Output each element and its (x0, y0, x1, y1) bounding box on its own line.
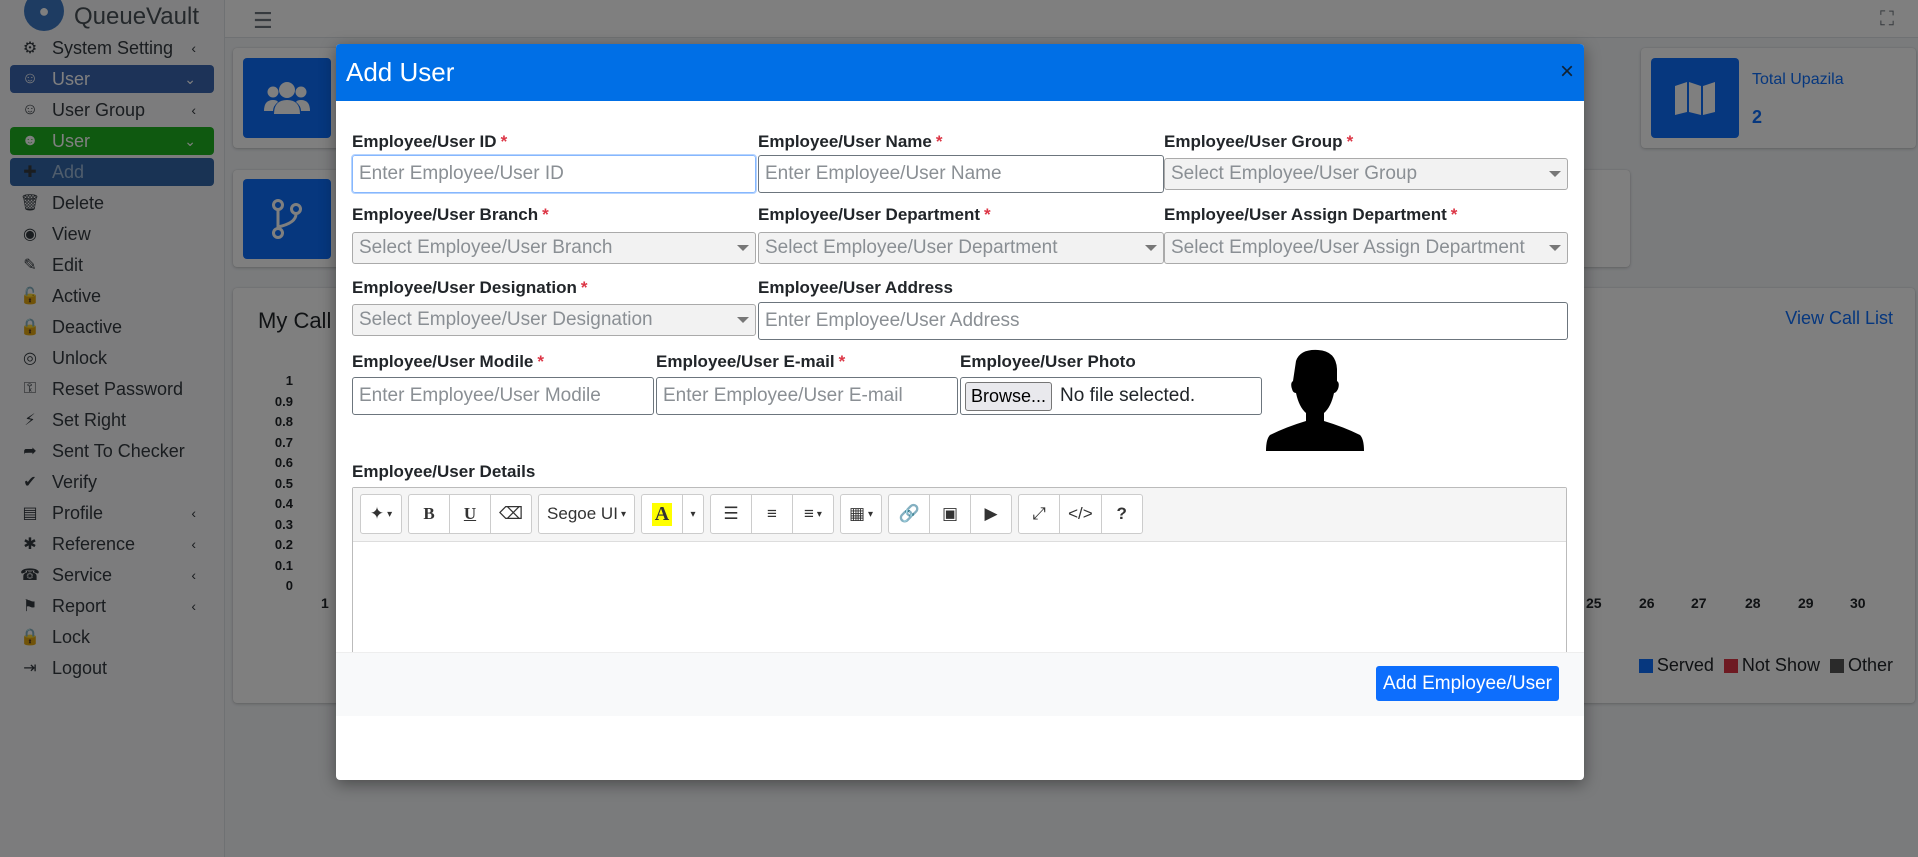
user-id-label: Employee/User ID * (352, 132, 508, 151)
ordered-list-icon[interactable]: ≡ (750, 494, 793, 534)
picture-icon[interactable]: ▣ (929, 494, 972, 534)
chevron-down-icon (1549, 171, 1561, 177)
code-view-button[interactable]: </> (1059, 494, 1102, 534)
bold-button[interactable]: B (408, 494, 450, 534)
email-input[interactable] (656, 377, 958, 415)
branch-label: Employee/User Branch * (352, 205, 549, 224)
font-family-dropdown[interactable]: Segoe UI ▾ (538, 494, 635, 534)
modal-footer: Add Employee/User (336, 652, 1584, 716)
add-user-modal: Add User × Employee/User ID* Employee/Us… (336, 44, 1584, 780)
fullscreen-icon[interactable]: ⤢ (1018, 494, 1061, 534)
file-status: No file selected. (1060, 385, 1196, 406)
paragraph-align-icon[interactable]: ≡ ▾ (791, 494, 834, 534)
designation-select[interactable]: Select Employee/User Designation (352, 304, 756, 336)
chevron-down-icon (737, 317, 749, 323)
help-button[interactable]: ? (1100, 494, 1143, 534)
modal-title: Add User (346, 57, 455, 87)
add-employee-user-button[interactable]: Add Employee/User (1376, 666, 1559, 701)
table-icon[interactable]: ▦ ▾ (839, 494, 883, 534)
video-icon[interactable]: ▶ (970, 494, 1013, 534)
branch-select[interactable]: Select Employee/User Branch (352, 232, 756, 264)
editor-toolbar: ✦ ▾ B U ⌫ Segoe UI ▾ A ▾ ☰ ≡ ≡ ▾ ▦ ▾ 🔗 ▣… (353, 488, 1566, 542)
assign-department-label: Employee/User Assign Department * (1164, 205, 1458, 224)
mobile-input[interactable] (352, 377, 654, 415)
details-label: Employee/User Details (352, 462, 536, 481)
modal-body: Employee/User ID* Employee/User Name* Em… (336, 101, 1584, 716)
user-group-select[interactable]: Select Employee/User Group (1164, 158, 1568, 190)
chevron-down-icon (1549, 245, 1561, 251)
magic-wand-icon[interactable]: ✦ ▾ (360, 494, 402, 534)
photo-label: Employee/User Photo (960, 352, 1136, 371)
designation-label: Employee/User Designation * (352, 278, 588, 297)
department-select[interactable]: Select Employee/User Department (758, 232, 1164, 264)
unordered-list-icon[interactable]: ☰ (709, 494, 752, 534)
address-input[interactable] (758, 302, 1568, 340)
close-icon[interactable]: × (1560, 58, 1574, 86)
assign-department-select[interactable]: Select Employee/User Assign Department (1164, 232, 1568, 264)
user-group-label: Employee/User Group * (1164, 132, 1354, 151)
department-label: Employee/User Department * (758, 205, 991, 224)
user-name-input[interactable] (758, 155, 1164, 193)
link-icon[interactable]: 🔗 (888, 494, 931, 534)
text-color-dropdown[interactable]: ▾ (681, 494, 704, 534)
mobile-label: Employee/User Modile * (352, 352, 545, 371)
user-id-input[interactable] (351, 154, 757, 194)
user-name-label: Employee/User Name * (758, 132, 943, 151)
email-label: Employee/User E-mail * (656, 352, 846, 371)
modal-header: Add User × (336, 44, 1584, 101)
text-color-button[interactable]: A (640, 494, 683, 534)
eraser-icon[interactable]: ⌫ (490, 494, 533, 534)
address-label: Employee/User Address (758, 278, 953, 297)
user-silhouette-icon (1266, 349, 1364, 451)
chevron-down-icon (1145, 245, 1157, 251)
underline-button[interactable]: U (449, 494, 491, 534)
chevron-down-icon (737, 245, 749, 251)
photo-file-input[interactable]: Browse... No file selected. (960, 377, 1262, 415)
browse-button[interactable]: Browse... (965, 381, 1053, 411)
